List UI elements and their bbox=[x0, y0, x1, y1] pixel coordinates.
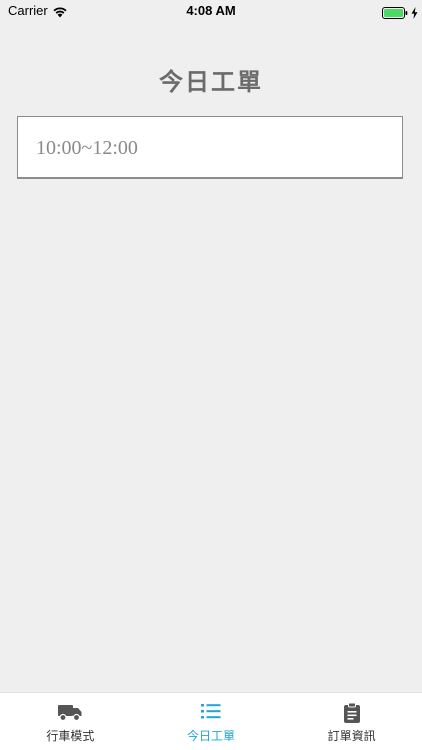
tab-label-driving-mode: 行車模式 bbox=[46, 729, 95, 743]
truck-icon bbox=[57, 702, 83, 726]
page-title: 今日工單 bbox=[159, 68, 263, 96]
battery-icon bbox=[382, 4, 408, 19]
charging-icon bbox=[411, 4, 418, 19]
clock-time: 4:08 AM bbox=[186, 3, 236, 18]
list-icon bbox=[200, 702, 222, 724]
work-order-time-range: 10:00~12:00 bbox=[36, 137, 138, 159]
tab-driving-mode[interactable]: 行車模式 bbox=[0, 693, 141, 750]
clipboard-icon bbox=[342, 702, 362, 728]
tab-label-todays-work-orders: 今日工單 bbox=[187, 729, 236, 743]
status-bar: Carrier 4:08 AM bbox=[0, 0, 422, 22]
tab-label-order-info: 訂單資訊 bbox=[327, 729, 376, 743]
work-order-card[interactable]: 10:00~12:00 bbox=[17, 116, 403, 179]
tab-bar: 行車模式 今日工單 訂單資訊 bbox=[0, 692, 422, 750]
tab-todays-work-orders[interactable]: 今日工單 bbox=[141, 693, 282, 750]
tab-order-info[interactable]: 訂單資訊 bbox=[281, 693, 422, 750]
